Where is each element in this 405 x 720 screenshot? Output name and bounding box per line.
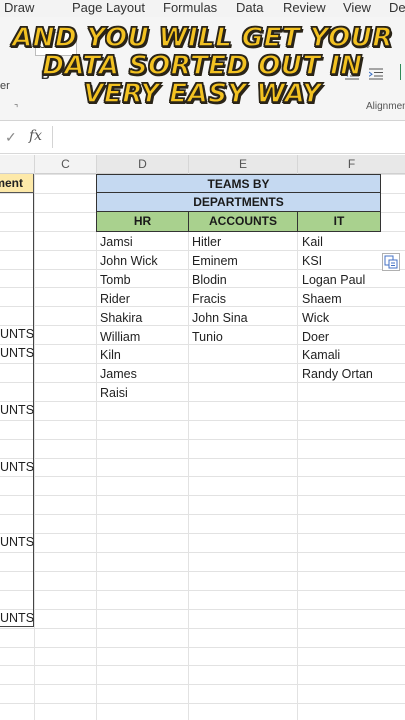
cell-accounts[interactable]: Fracis xyxy=(192,290,226,308)
row-divider xyxy=(0,684,405,685)
row-divider xyxy=(0,647,405,648)
cell-hr[interactable]: Rider xyxy=(100,290,130,308)
insert-function-icon[interactable]: fx xyxy=(29,128,42,144)
header-cell-it[interactable]: IT xyxy=(297,212,381,232)
tab-data[interactable]: Data xyxy=(236,0,263,15)
row-divider xyxy=(0,439,405,440)
formula-input[interactable] xyxy=(52,126,405,148)
row-divider xyxy=(0,571,405,572)
ribbon-tabs: Draw Page Layout Formulas Data Review Vi… xyxy=(0,0,405,17)
row-divider xyxy=(0,552,405,553)
caption-line-3: VERY EASY WAY xyxy=(83,79,322,109)
column-headers: C D E F xyxy=(0,155,405,174)
row-divider xyxy=(0,533,405,534)
column-header-e[interactable]: E xyxy=(189,155,298,173)
cell-hr[interactable]: Tomb xyxy=(100,271,131,289)
row-divider xyxy=(0,514,405,515)
paste-options-icon[interactable] xyxy=(382,253,400,271)
cell-it[interactable]: Doer xyxy=(302,328,329,346)
tab-formulas[interactable]: Formulas xyxy=(163,0,217,15)
table-title-line-2: DEPARTMENTS xyxy=(193,195,284,209)
cell-it[interactable]: Randy Ortan xyxy=(302,365,373,383)
cell-accounts[interactable]: Hitler xyxy=(192,233,221,251)
column-divider xyxy=(188,173,189,720)
cell-accounts[interactable]: Eminem xyxy=(192,252,238,270)
video-caption: AND YOU WILL GET YOUR DATA SORTED OUT IN… xyxy=(0,23,405,109)
cell-accounts[interactable]: Blodin xyxy=(192,271,227,289)
tab-draw[interactable]: Draw xyxy=(4,0,34,15)
caption-line-2: DATA SORTED OUT IN xyxy=(42,51,363,81)
cell-hr[interactable]: Jamsi xyxy=(100,233,133,251)
cell-hr[interactable]: James xyxy=(100,365,137,383)
header-hr-text: HR xyxy=(133,214,152,228)
left-header-cell[interactable]: ment xyxy=(0,174,34,193)
row-divider xyxy=(0,420,405,421)
header-cell-hr[interactable]: HR xyxy=(96,212,189,232)
cell-it[interactable]: Kamali xyxy=(302,346,340,364)
row-divider xyxy=(0,703,405,704)
left-header-text: ment xyxy=(0,176,23,190)
cell-hr[interactable]: Kiln xyxy=(100,346,121,364)
left-cell-value[interactable]: UNTS xyxy=(0,401,34,419)
row-divider xyxy=(0,401,405,402)
caption-line-1: AND YOU WILL GET YOUR xyxy=(11,23,393,53)
column-header-f[interactable]: F xyxy=(298,155,405,173)
header-accounts-text: ACCOUNTS xyxy=(209,214,277,228)
column-divider xyxy=(34,173,35,720)
row-divider xyxy=(0,476,405,477)
left-cell-value[interactable]: UNTS xyxy=(0,609,34,627)
cell-it[interactable]: Logan Paul xyxy=(302,271,365,289)
tab-page-layout[interactable]: Page Layout xyxy=(72,0,145,15)
cell-hr[interactable]: John Wick xyxy=(100,252,158,270)
cell-accounts[interactable]: John Sina xyxy=(192,309,248,327)
row-divider xyxy=(0,628,405,629)
cell-it[interactable]: KSI xyxy=(302,252,322,270)
cell-it[interactable]: Kail xyxy=(302,233,323,251)
header-it-text: IT xyxy=(333,214,345,228)
enter-check-icon[interactable]: ✓ xyxy=(5,129,17,146)
column-header-c[interactable]: C xyxy=(35,155,97,173)
cell-accounts[interactable]: Tunio xyxy=(192,328,223,346)
table-title-cell[interactable]: TEAMS BY xyxy=(96,174,381,193)
row-divider xyxy=(0,495,405,496)
table-title-line-1: TEAMS BY xyxy=(207,177,270,191)
cell-it[interactable]: Shaem xyxy=(302,290,342,308)
row-divider xyxy=(0,363,405,364)
tab-review[interactable]: Review xyxy=(283,0,326,15)
row-divider xyxy=(0,609,405,610)
left-cell-value[interactable]: UNTS xyxy=(0,344,34,362)
row-divider xyxy=(0,590,405,591)
table-subtitle-cell[interactable]: DEPARTMENTS xyxy=(96,193,381,212)
column-header-b[interactable] xyxy=(0,155,35,173)
row-divider xyxy=(0,665,405,666)
cell-hr[interactable]: Shakira xyxy=(100,309,142,327)
column-divider xyxy=(297,173,298,720)
cell-it[interactable]: Wick xyxy=(302,309,329,327)
tab-developer[interactable]: De xyxy=(389,0,405,15)
row-divider xyxy=(0,458,405,459)
left-cell-value[interactable]: UNTS xyxy=(0,325,34,343)
tab-view[interactable]: View xyxy=(343,0,371,15)
column-divider xyxy=(96,173,97,720)
left-cell-value[interactable]: UNTS xyxy=(0,458,34,476)
column-header-d[interactable]: D xyxy=(97,155,189,173)
cell-hr[interactable]: William xyxy=(100,328,140,346)
header-cell-accounts[interactable]: ACCOUNTS xyxy=(188,212,298,232)
cell-hr[interactable]: Raisi xyxy=(100,384,128,402)
left-cell-value[interactable]: UNTS xyxy=(0,533,34,551)
